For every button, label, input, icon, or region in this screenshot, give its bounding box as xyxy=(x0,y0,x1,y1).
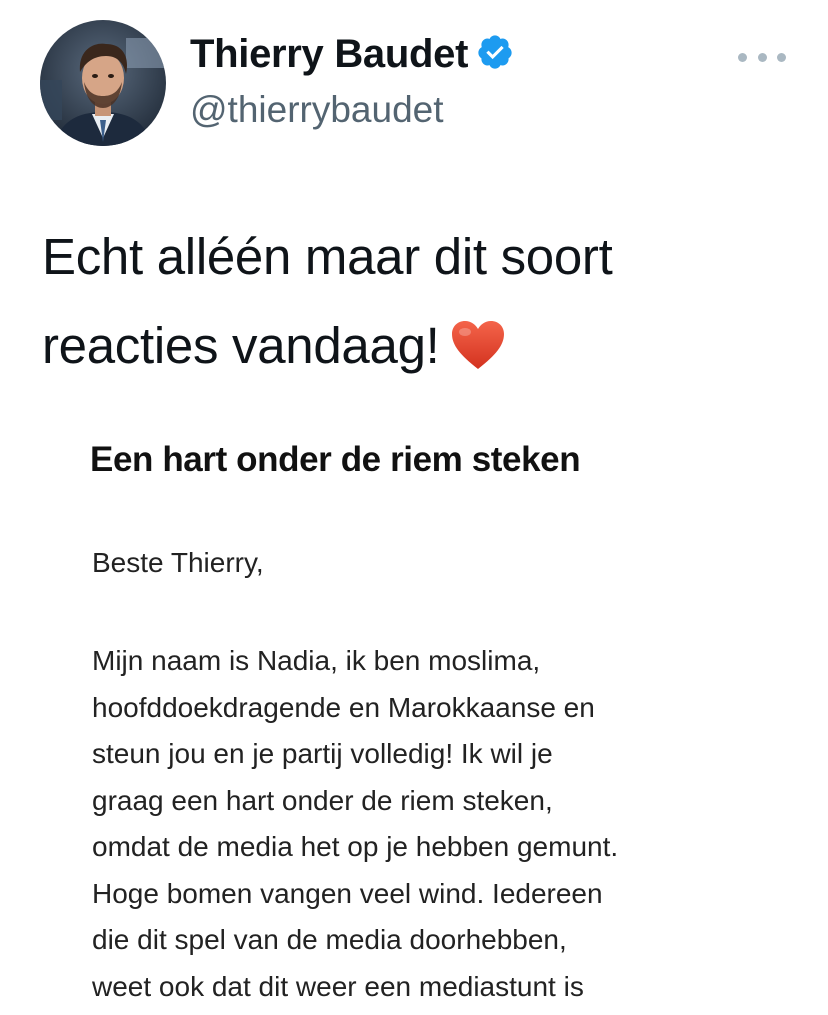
tweet-text-line-2: reacties vandaag! xyxy=(42,317,440,374)
letter-greeting: Beste Thierry, xyxy=(92,547,264,578)
tweet-card: Thierry Baudet @thierrybaudet Echt alléé… xyxy=(0,0,828,1015)
letter-line: hoofddoekdragende en Marokkaanse en xyxy=(92,691,595,723)
author-name[interactable]: Thierry Baudet xyxy=(190,32,468,76)
tweet-text: Echt alléén maar dit soort reacties vand… xyxy=(42,212,802,390)
letter-line: graag een hart onder de riem steken, xyxy=(92,784,553,816)
letter-line: Mijn naam is Nadia, ik ben moslima, xyxy=(92,645,541,676)
letter-line: weet ook dat dit weer een mediastunt is xyxy=(92,970,584,1002)
letter-line: die dit spel van de media doorhebben, xyxy=(92,924,567,955)
letter-line: Hoge bomen vangen veel wind. Iedereen xyxy=(92,877,603,909)
tweet-text-line: reacties vandaag! xyxy=(42,301,802,390)
letter-title: Een hart onder de riem steken xyxy=(90,440,581,479)
more-horizontal-icon-dot xyxy=(777,52,786,62)
letter-line: steun jou en je partij volledig! Ik wil … xyxy=(92,738,553,769)
author-avatar[interactable] xyxy=(40,20,166,146)
more-options-button[interactable] xyxy=(738,42,786,72)
avatar-photo-icon xyxy=(40,20,166,146)
letter-body: Mijn naam is Nadia, ik ben moslima, hoof… xyxy=(92,638,812,1010)
more-horizontal-icon xyxy=(738,52,747,62)
verified-badge-icon xyxy=(478,35,512,69)
red-heart-icon xyxy=(451,321,504,369)
more-horizontal-icon-dot xyxy=(757,52,767,62)
letter-line: omdat de media het op je hebben gemunt. xyxy=(92,831,619,862)
author-name-row[interactable]: Thierry Baudet xyxy=(190,30,514,78)
author-handle[interactable]: @thierrybaudet xyxy=(190,88,444,132)
tweet-text-line: Echt alléén maar dit soort xyxy=(42,228,613,285)
attached-letter-image[interactable]: Een hart onder de riem steken Beste Thie… xyxy=(0,400,828,1015)
